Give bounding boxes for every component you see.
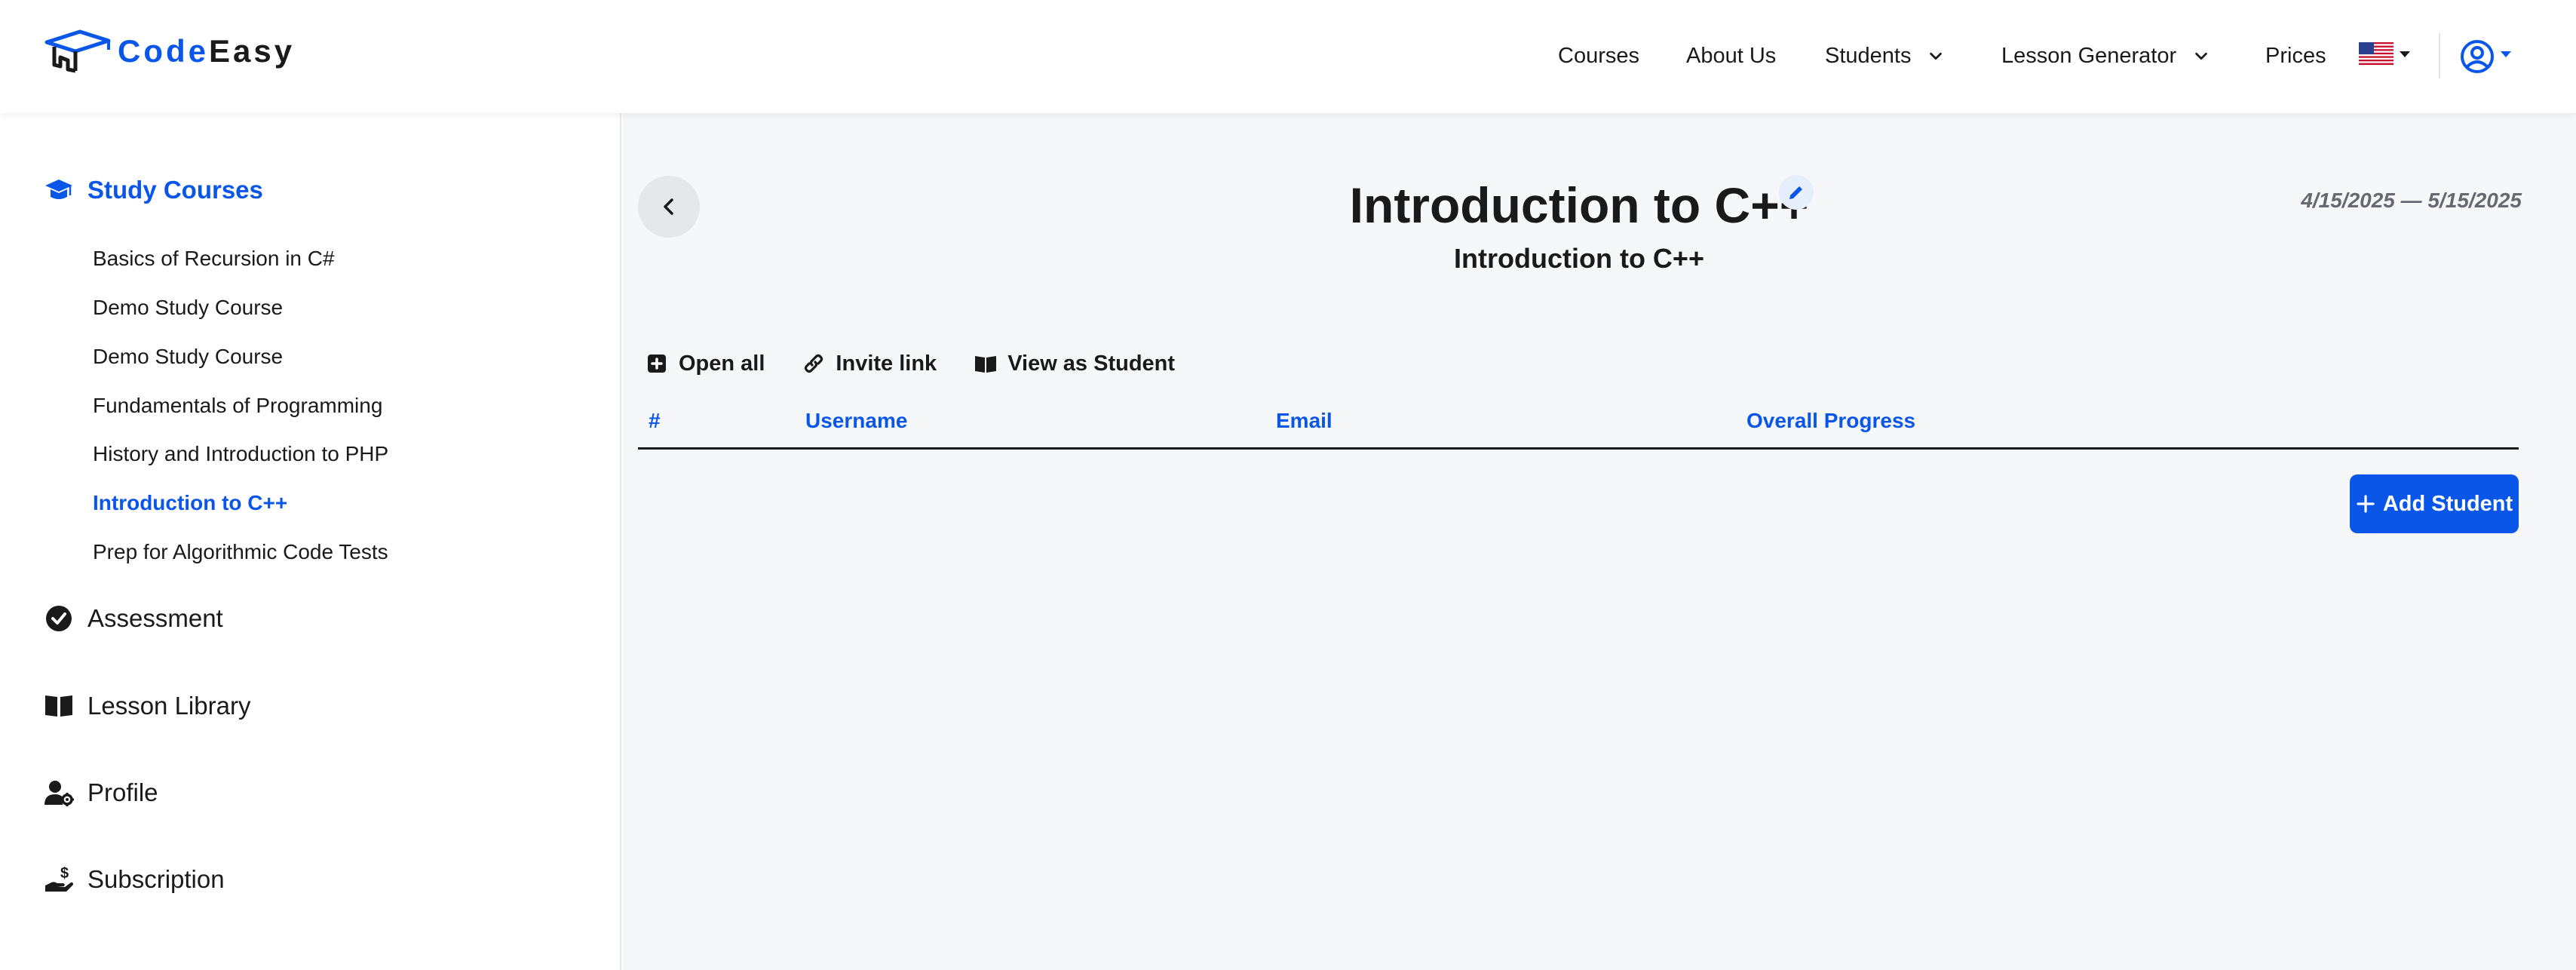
sidebar-subscription-label: Subscription <box>87 865 225 893</box>
top-navbar: CodeEasy Courses About Us Students Lesso… <box>0 0 2576 113</box>
page-title: Introduction to C++ <box>1349 177 1809 233</box>
view-as-student-button[interactable]: View as Student <box>974 351 1175 376</box>
add-student-button[interactable]: Add Student <box>2350 474 2519 533</box>
page-subtitle: Introduction to C++ <box>1454 243 1704 274</box>
logo-text-code: Code <box>118 33 209 69</box>
sidebar-course-item[interactable]: Basics of Recursion in C# <box>93 244 335 274</box>
svg-text:$: $ <box>60 865 69 882</box>
add-student-label: Add Student <box>2382 491 2513 516</box>
column-header-number[interactable]: # <box>649 409 661 433</box>
user-gear-icon <box>44 781 74 806</box>
logo-text: CodeEasy <box>118 33 295 69</box>
book-open-icon <box>45 695 72 717</box>
view-as-student-label: View as Student <box>1007 351 1176 376</box>
course-actions-toolbar: Open all Invite link View as Student <box>646 348 1213 379</box>
us-flag-icon <box>2359 42 2394 65</box>
column-header-username[interactable]: Username <box>805 409 907 433</box>
main-content: Introduction to C++ Introduction to C++ … <box>623 113 2576 970</box>
open-all-button[interactable]: Open all <box>646 351 765 376</box>
plus-square-icon <box>648 355 666 373</box>
sidebar-profile-label: Profile <box>87 778 158 806</box>
sidebar-assessment-label: Assessment <box>87 604 223 632</box>
nav-courses-label: Courses <box>1558 43 1639 68</box>
graduation-cap-logo-icon <box>44 29 111 73</box>
nav-about-label: About Us <box>1686 43 1777 68</box>
sidebar-profile[interactable]: Profile <box>44 776 158 809</box>
header-divider <box>2439 33 2440 78</box>
nav-prices[interactable]: Prices <box>2265 39 2326 72</box>
check-circle-icon <box>46 606 72 631</box>
nav-lesson-generator-label: Lesson Generator <box>2001 43 2177 68</box>
column-header-overall-progress[interactable]: Overall Progress <box>1746 409 1915 433</box>
nav-students-dropdown[interactable]: Students <box>1825 39 1944 72</box>
codeeasy-logo[interactable]: CodeEasy <box>44 27 295 75</box>
nav-about-us[interactable]: About Us <box>1686 39 1776 72</box>
sidebar-subscription[interactable]: $ Subscription <box>44 863 225 896</box>
book-open-icon <box>975 356 997 373</box>
course-date-range: 4/15/2025 — 5/15/2025 <box>2301 189 2522 212</box>
sidebar-course-item[interactable]: Demo Study Course <box>93 342 283 372</box>
invite-link-button[interactable]: Invite link <box>802 351 937 376</box>
nav-students-label: Students <box>1825 43 1912 68</box>
sidebar-study-courses[interactable]: Study Courses <box>44 173 263 207</box>
sidebar-study-courses-label: Study Courses <box>87 176 263 204</box>
caret-down-icon <box>2400 51 2410 57</box>
sidebar-course-item[interactable]: History and Introduction to PHP <box>93 439 388 469</box>
sidebar-lesson-library[interactable]: Lesson Library <box>44 689 250 723</box>
link-icon <box>805 354 823 373</box>
chevron-down-icon <box>2195 52 2207 60</box>
sidebar-course-item-active[interactable]: Introduction to C++ <box>93 488 287 518</box>
invite-link-label: Invite link <box>836 351 937 376</box>
column-header-email[interactable]: Email <box>1276 409 1332 433</box>
sidebar-assessment[interactable]: Assessment <box>44 602 223 635</box>
chevron-down-icon <box>1930 52 1943 60</box>
nav-lesson-generator-dropdown[interactable]: Lesson Generator <box>2001 39 2210 72</box>
hand-dollar-icon: $ <box>45 865 73 892</box>
sidebar-course-item[interactable]: Demo Study Course <box>93 293 283 323</box>
sidebar: Study Courses Basics of Recursion in C# … <box>0 113 621 970</box>
open-all-label: Open all <box>679 351 765 376</box>
caret-down-icon <box>2501 51 2511 57</box>
nav-courses[interactable]: Courses <box>1558 39 1639 72</box>
students-table-header: # Username Email Overall Progress <box>638 394 2519 450</box>
plus-icon <box>2357 495 2375 513</box>
nav-prices-label: Prices <box>2265 43 2326 68</box>
sidebar-course-item[interactable]: Fundamentals of Programming <box>93 391 382 421</box>
graduation-cap-icon <box>45 180 72 199</box>
pencil-icon <box>1789 186 1802 199</box>
logo-text-easy: Easy <box>209 33 296 69</box>
edit-title-button[interactable] <box>1779 175 1814 210</box>
user-circle-icon <box>2461 40 2494 73</box>
sidebar-lesson-library-label: Lesson Library <box>87 692 251 720</box>
sidebar-course-item[interactable]: Prep for Algorithmic Code Tests <box>93 537 388 567</box>
